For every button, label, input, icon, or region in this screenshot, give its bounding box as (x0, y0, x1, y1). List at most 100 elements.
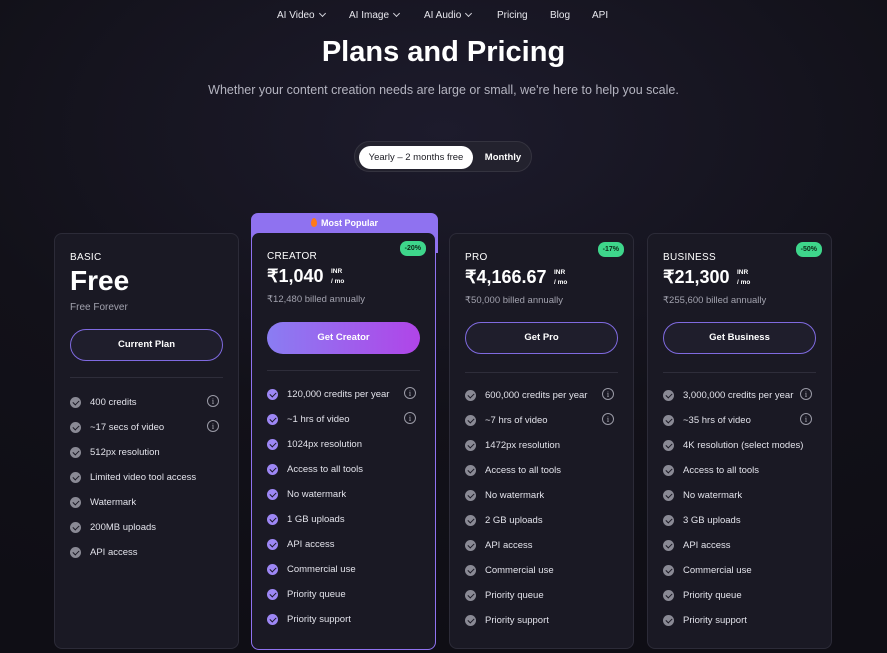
nav-api[interactable]: API (592, 10, 608, 21)
feature-item: Commercial use (465, 565, 620, 579)
info-icon[interactable]: i (800, 413, 812, 425)
info-icon[interactable]: i (602, 413, 614, 425)
nav-ai-image[interactable]: AI Image (349, 9, 401, 21)
check-circle-icon (267, 564, 278, 575)
check-circle-icon (70, 547, 81, 558)
discount-badge: -50% (795, 242, 822, 257)
feature-item: 4K resolution (select modes) (663, 440, 818, 454)
feature-item: Limited video tool access (70, 472, 225, 486)
info-icon[interactable]: i (602, 388, 614, 400)
feature-item: No watermark (267, 489, 422, 503)
divider (267, 370, 420, 371)
chevron-down-icon (465, 9, 473, 18)
current-plan-button[interactable]: Current Plan (70, 329, 223, 361)
discount-badge: -17% (597, 242, 624, 257)
billed-annually: ₹255,600 billed annually (663, 295, 767, 306)
check-circle-icon (465, 390, 476, 401)
feature-text: 400 credits (90, 397, 137, 408)
get-creator-button[interactable]: Get Creator (267, 322, 420, 354)
divider (465, 372, 618, 373)
plan-name: PRO (465, 252, 488, 263)
billing-toggle: Yearly – 2 months free Monthly (354, 141, 532, 172)
feature-item: Access to all tools (663, 465, 818, 479)
feature-text: API access (683, 540, 731, 551)
check-circle-icon (663, 615, 674, 626)
feature-text: ~1 hrs of video (287, 414, 350, 425)
nav-ai-audio[interactable]: AI Audio (424, 9, 473, 21)
feature-text: No watermark (683, 490, 743, 501)
feature-item: 2 GB uploads (465, 515, 620, 529)
plan-price: Free (70, 265, 130, 296)
feature-item: API access (267, 539, 422, 553)
check-circle-icon (465, 465, 476, 476)
chevron-down-icon (318, 9, 326, 18)
page-title: Plans and Pricing (321, 36, 566, 68)
plan-price: ₹1,040 (267, 266, 324, 286)
plan-card-creator: -20% CREATOR ₹1,040 INR / mo ₹12,480 bill… (251, 232, 436, 650)
toggle-monthly[interactable]: Monthly (477, 146, 529, 169)
info-icon[interactable]: i (404, 387, 416, 399)
feature-text: 1024px resolution (287, 439, 362, 450)
feature-item: ~35 hrs of video i (663, 413, 818, 429)
check-circle-icon (465, 590, 476, 601)
check-circle-icon (663, 540, 674, 551)
price-unit: INR / mo (554, 269, 568, 286)
top-nav: AI Video AI Image AI Audio Pricing Blog … (0, 0, 887, 34)
feature-text: Access to all tools (287, 464, 364, 475)
check-circle-icon (465, 565, 476, 576)
plan-price: ₹4,166.67 (465, 267, 547, 287)
feature-text: Commercial use (485, 565, 554, 576)
feature-text: API access (287, 539, 335, 550)
feature-text: Priority queue (485, 590, 544, 601)
feature-item: 600,000 credits per year i (465, 388, 620, 404)
nav-blog[interactable]: Blog (550, 10, 570, 21)
check-circle-icon (663, 590, 674, 601)
feature-text: Commercial use (287, 564, 356, 575)
page-subtitle: Whether your content creation needs are … (208, 83, 679, 97)
check-circle-icon (465, 440, 476, 451)
info-icon[interactable]: i (800, 388, 812, 400)
feature-item: ~1 hrs of video i (267, 412, 422, 428)
toggle-yearly[interactable]: Yearly – 2 months free (359, 146, 473, 169)
check-circle-icon (465, 415, 476, 426)
feature-item: API access (70, 547, 225, 561)
feature-item: 1 GB uploads (267, 514, 422, 528)
feature-text: 3,000,000 credits per year (683, 390, 794, 401)
feature-text: 2 GB uploads (485, 515, 543, 526)
feature-item: Watermark (70, 497, 225, 511)
feature-text: ~35 hrs of video (683, 415, 751, 426)
feature-item: 3 GB uploads (663, 515, 818, 529)
check-circle-icon (70, 397, 81, 408)
check-circle-icon (267, 539, 278, 550)
get-pro-button[interactable]: Get Pro (465, 322, 618, 354)
nav-pricing[interactable]: Pricing (497, 10, 528, 21)
feature-text: No watermark (485, 490, 545, 501)
nav-ai-video[interactable]: AI Video (277, 9, 326, 21)
billed-annually: ₹50,000 billed annually (465, 295, 563, 306)
check-circle-icon (267, 464, 278, 475)
check-circle-icon (465, 515, 476, 526)
feature-text: 120,000 credits per year (287, 389, 390, 400)
feature-text: 1472px resolution (485, 440, 560, 451)
feature-text: Commercial use (683, 565, 752, 576)
feature-item: Commercial use (663, 565, 818, 579)
feature-text: API access (90, 547, 138, 558)
feature-text: Priority support (683, 615, 747, 626)
price-unit: INR / mo (331, 268, 345, 285)
plan-price: ₹21,300 (663, 267, 730, 287)
info-icon[interactable]: i (207, 395, 219, 407)
feature-text: No watermark (287, 489, 347, 500)
plan-card-pro: -17% PRO ₹4,166.67 INR / mo ₹50,000 bille… (449, 233, 634, 649)
feature-item: 400 credits i (70, 395, 225, 411)
feature-item: Priority support (267, 614, 422, 628)
feature-text: Priority support (485, 615, 549, 626)
get-business-button[interactable]: Get Business (663, 322, 816, 354)
info-icon[interactable]: i (404, 412, 416, 424)
feature-item: Priority queue (663, 590, 818, 604)
plan-card-business: -50% BUSINESS ₹21,300 INR / mo ₹255,600 b… (647, 233, 832, 649)
feature-text: Priority queue (683, 590, 742, 601)
feature-item: ~17 secs of video i (70, 420, 225, 436)
info-icon[interactable]: i (207, 420, 219, 432)
feature-text: ~7 hrs of video (485, 415, 548, 426)
check-circle-icon (663, 415, 674, 426)
